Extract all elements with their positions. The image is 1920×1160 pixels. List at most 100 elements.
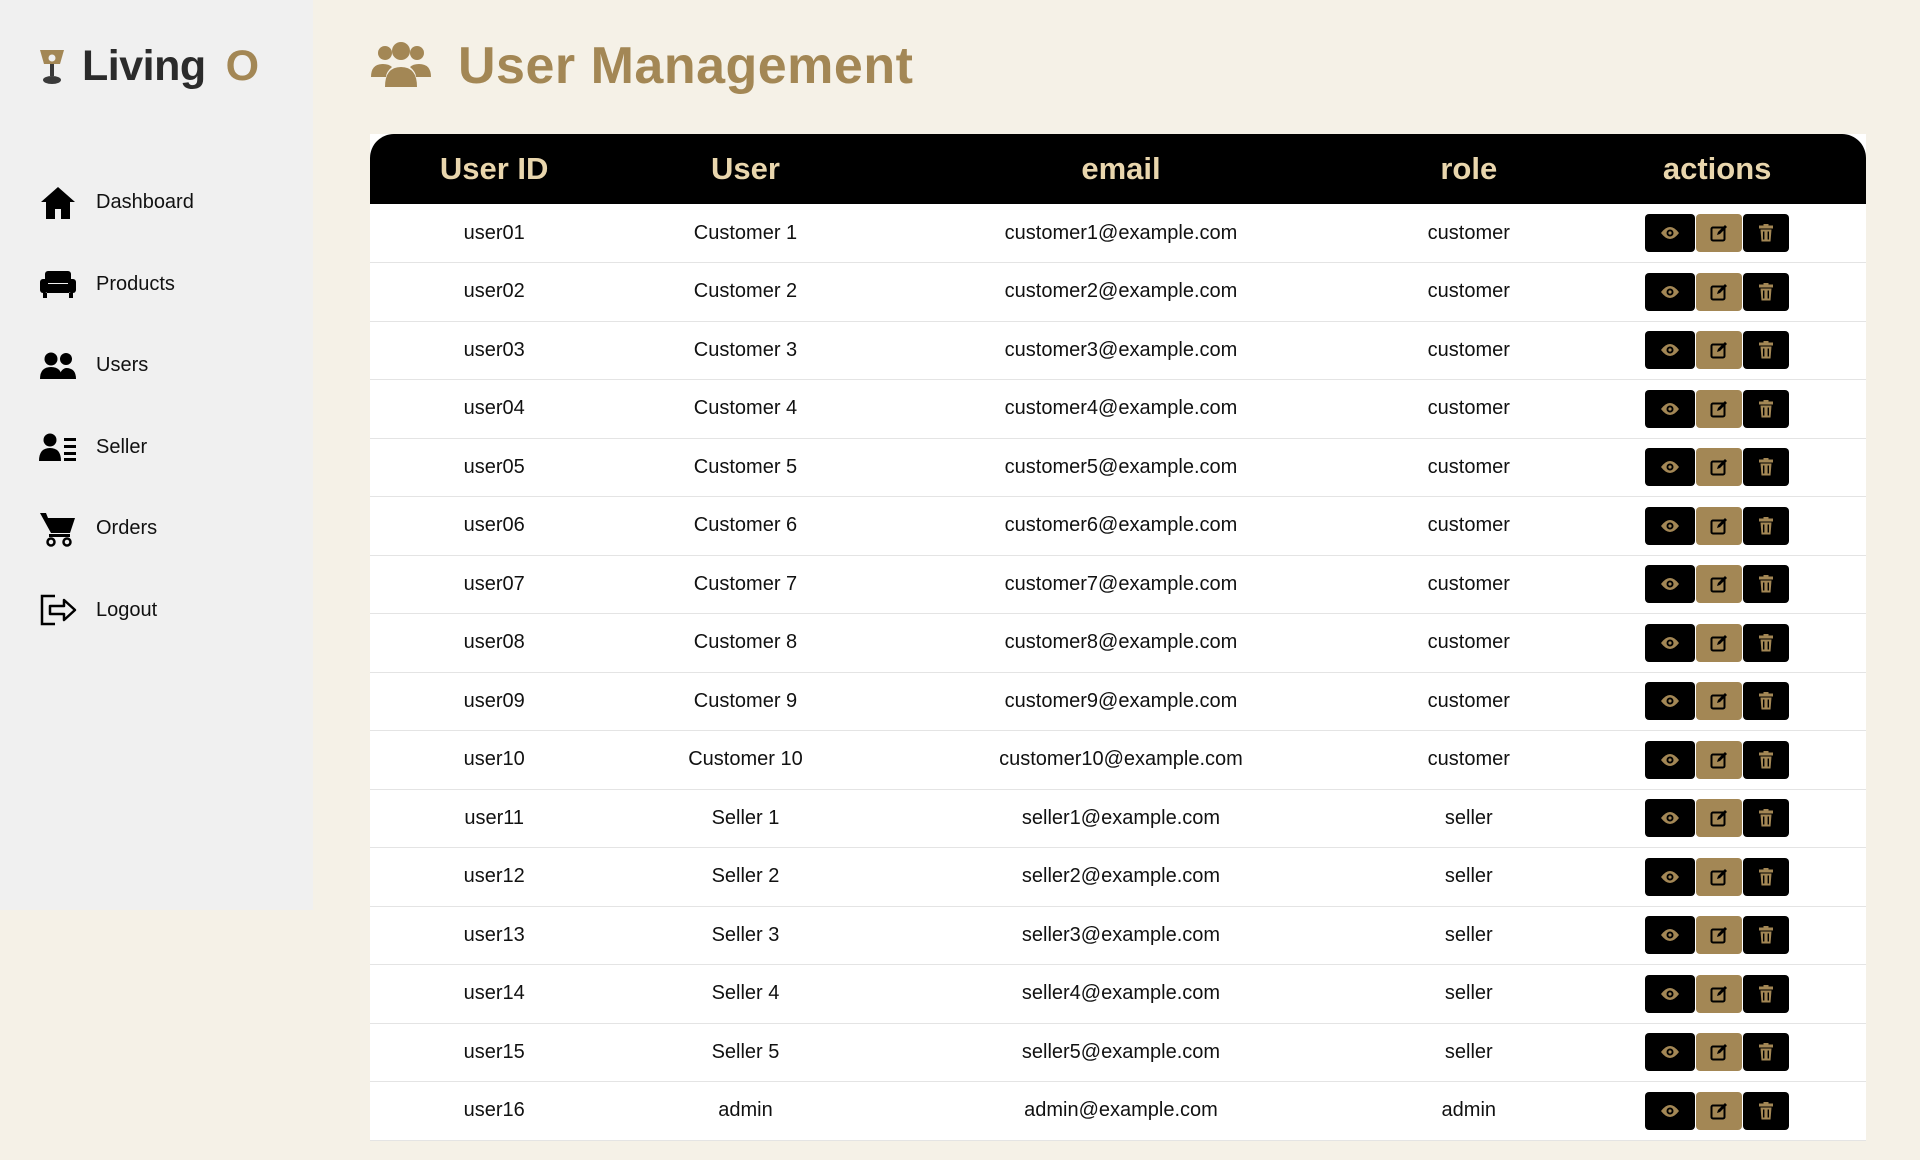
- delete-button[interactable]: [1742, 857, 1789, 896]
- delete-button[interactable]: [1742, 389, 1789, 428]
- view-button[interactable]: [1644, 916, 1695, 955]
- delete-button[interactable]: [1742, 272, 1789, 311]
- delete-button[interactable]: [1742, 682, 1789, 721]
- cell-user: Customer 7: [618, 555, 873, 614]
- table-row: user02 Customer 2 customer2@example.com cus…: [370, 262, 1866, 322]
- cell-user: Customer 5: [618, 438, 873, 497]
- delete-button[interactable]: [1742, 506, 1789, 545]
- table-row: user03 Customer 3 customer3@example.com cus…: [370, 321, 1866, 380]
- edit-button[interactable]: [1695, 331, 1742, 370]
- edit-icon: [1710, 926, 1728, 944]
- edit-button[interactable]: [1695, 799, 1742, 838]
- delete-button[interactable]: [1742, 448, 1789, 487]
- sidebar-item-products[interactable]: Products: [38, 244, 298, 326]
- delete-button[interactable]: [1742, 740, 1789, 779]
- brand-logo[interactable]: Living O: [34, 40, 259, 92]
- sidebar-item-dashboard[interactable]: Dashboard: [38, 162, 298, 244]
- cell-role: seller: [1369, 1023, 1569, 1082]
- edit-button[interactable]: [1695, 565, 1742, 604]
- view-button[interactable]: [1644, 740, 1695, 779]
- row-actions: [1644, 740, 1790, 779]
- column-header-role[interactable]: role: [1369, 134, 1568, 204]
- cell-email: customer6@example.com: [872, 496, 1370, 556]
- cell-user: Seller 4: [618, 964, 873, 1024]
- edit-button[interactable]: [1695, 389, 1742, 428]
- column-header-user[interactable]: User: [618, 134, 872, 204]
- view-button[interactable]: [1644, 799, 1695, 838]
- eye-icon: [1660, 636, 1680, 650]
- eye-icon: [1660, 577, 1680, 591]
- row-actions: [1644, 974, 1790, 1013]
- trash-icon: [1758, 867, 1773, 886]
- delete-button[interactable]: [1742, 214, 1789, 252]
- users-icon: [38, 346, 78, 386]
- view-button[interactable]: [1644, 448, 1695, 487]
- cell-role: seller: [1369, 847, 1569, 907]
- view-button[interactable]: [1644, 272, 1695, 311]
- cell-role: customer: [1369, 613, 1569, 673]
- cell-email: customer1@example.com: [872, 204, 1370, 263]
- sidebar-item-label: Logout: [96, 598, 158, 621]
- delete-button[interactable]: [1742, 916, 1789, 955]
- view-button[interactable]: [1644, 565, 1695, 604]
- view-button[interactable]: [1644, 1091, 1695, 1130]
- edit-button[interactable]: [1695, 506, 1742, 545]
- edit-button[interactable]: [1695, 214, 1742, 252]
- delete-button[interactable]: [1742, 974, 1789, 1013]
- lamp-icon: [40, 50, 64, 84]
- edit-button[interactable]: [1695, 448, 1742, 487]
- view-button[interactable]: [1644, 389, 1695, 428]
- view-button[interactable]: [1644, 506, 1695, 545]
- view-button[interactable]: [1644, 214, 1695, 252]
- sidebar-item-logout[interactable]: Logout: [38, 570, 298, 652]
- cell-role: seller: [1369, 906, 1569, 965]
- eye-icon: [1660, 460, 1680, 474]
- cell-user-id: user12: [370, 847, 619, 907]
- delete-button[interactable]: [1742, 331, 1789, 370]
- view-button[interactable]: [1644, 1033, 1695, 1072]
- couch-icon: [38, 264, 78, 304]
- edit-button[interactable]: [1695, 272, 1742, 311]
- edit-button[interactable]: [1695, 740, 1742, 779]
- sidebar-item-label: Seller: [96, 435, 148, 458]
- delete-button[interactable]: [1742, 1091, 1789, 1130]
- edit-button[interactable]: [1695, 857, 1742, 896]
- delete-button[interactable]: [1742, 799, 1789, 838]
- edit-button[interactable]: [1695, 974, 1742, 1013]
- edit-button[interactable]: [1695, 623, 1742, 662]
- table-row: user01 Customer 1 customer1@example.com cus…: [370, 204, 1866, 263]
- trash-icon: [1758, 926, 1773, 944]
- cell-actions: [1568, 672, 1866, 731]
- table-row: user16 admin admin@example.com admin: [370, 1081, 1866, 1141]
- delete-button[interactable]: [1742, 623, 1789, 662]
- view-button[interactable]: [1644, 857, 1695, 896]
- sidebar-item-users[interactable]: Users: [38, 325, 298, 407]
- view-button[interactable]: [1644, 623, 1695, 662]
- edit-button[interactable]: [1695, 1091, 1742, 1130]
- edit-button[interactable]: [1695, 1033, 1742, 1072]
- edit-button[interactable]: [1695, 682, 1742, 721]
- cell-actions: [1568, 613, 1866, 673]
- sidebar-item-orders[interactable]: Orders: [38, 488, 298, 570]
- sidebar-item-label: Users: [96, 354, 149, 377]
- view-button[interactable]: [1644, 974, 1695, 1013]
- column-header-user-id[interactable]: User ID: [370, 134, 618, 204]
- page-header: User Management: [370, 36, 913, 96]
- column-header-email[interactable]: email: [873, 134, 1370, 204]
- eye-icon: [1660, 1045, 1680, 1059]
- cell-user: Seller 2: [618, 847, 873, 907]
- trash-icon: [1758, 1101, 1773, 1120]
- cell-user: Seller 3: [618, 906, 873, 965]
- edit-button[interactable]: [1695, 916, 1742, 955]
- cell-email: customer4@example.com: [872, 379, 1370, 439]
- edit-icon: [1710, 868, 1728, 886]
- edit-icon: [1710, 1102, 1728, 1120]
- cell-user-id: user13: [370, 906, 619, 965]
- view-button[interactable]: [1644, 331, 1695, 370]
- cell-user-id: user02: [370, 262, 619, 322]
- delete-button[interactable]: [1742, 565, 1789, 604]
- view-button[interactable]: [1644, 682, 1695, 721]
- delete-button[interactable]: [1742, 1033, 1789, 1072]
- sidebar-item-seller[interactable]: Seller: [38, 407, 298, 489]
- edit-icon: [1710, 634, 1728, 652]
